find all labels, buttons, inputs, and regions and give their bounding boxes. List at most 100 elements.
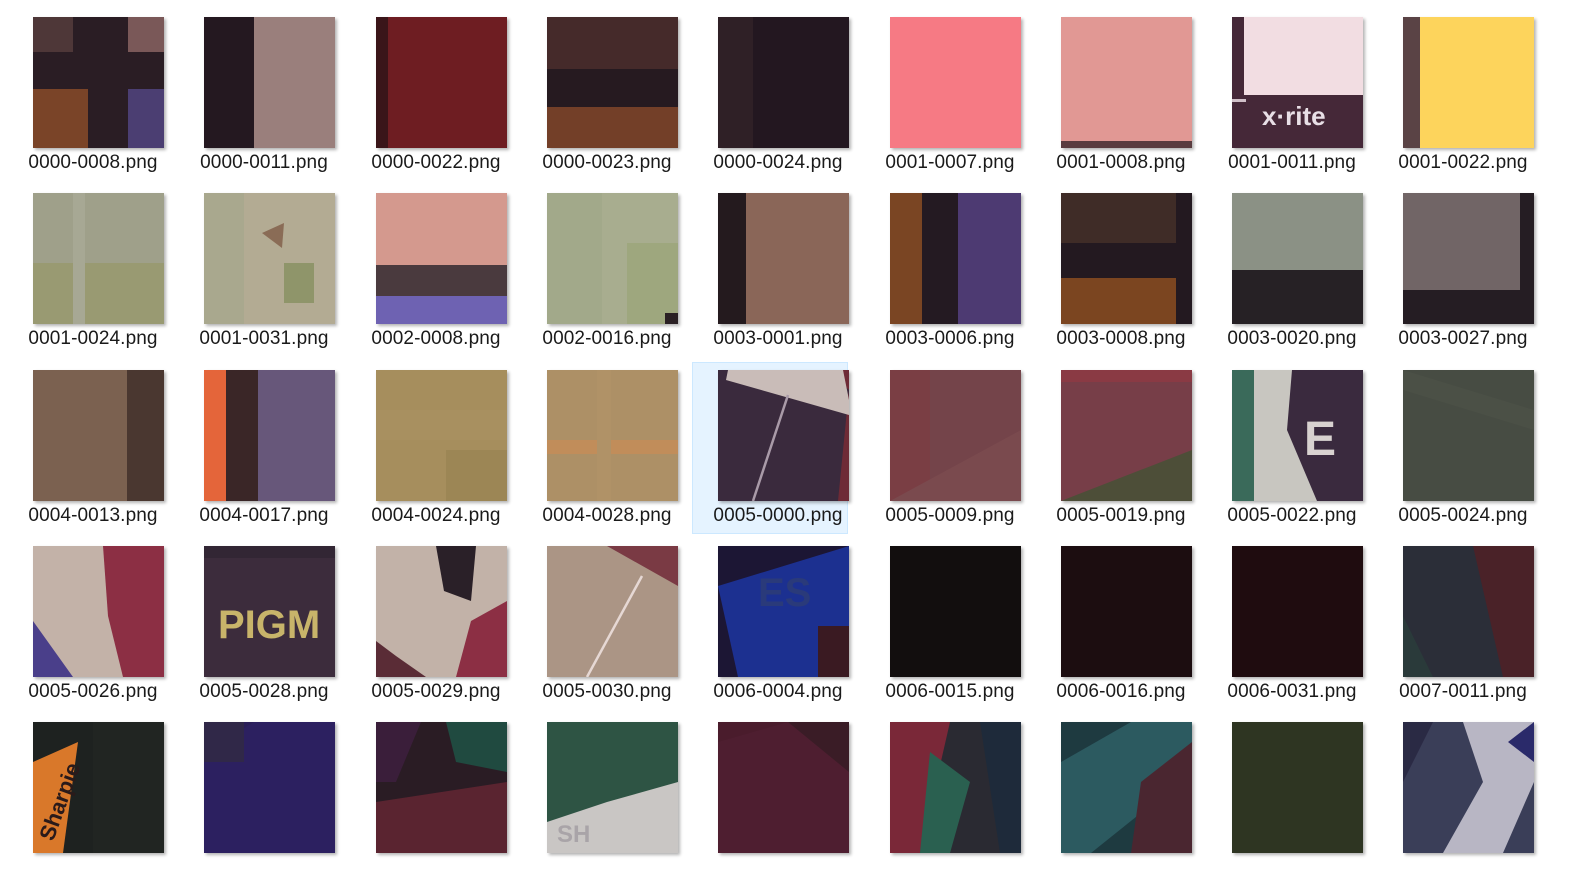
file-item[interactable]: 0003-0006.png bbox=[864, 185, 1021, 357]
file-item[interactable]: 0003-0001.png bbox=[692, 185, 849, 357]
file-name-label: 0004-0017.png bbox=[199, 505, 329, 526]
file-thumbnail: x·rite bbox=[1232, 17, 1363, 148]
file-name-label: 0005-0019.png bbox=[1056, 505, 1186, 526]
file-thumbnail bbox=[1232, 722, 1363, 853]
file-item[interactable]: 0005-0019.png bbox=[1035, 362, 1192, 534]
file-item[interactable]: 0004-0013.png bbox=[7, 362, 164, 534]
file-name-label: 0003-0008.png bbox=[1056, 328, 1186, 349]
file-item[interactable]: 0003-0008.png bbox=[1035, 185, 1192, 357]
file-item[interactable]: 0005-0009.png bbox=[864, 362, 1021, 534]
file-item[interactable]: 0001-0007.png bbox=[864, 9, 1021, 181]
file-item[interactable]: 0005-0024.png bbox=[1377, 362, 1534, 534]
file-thumbnail bbox=[1403, 722, 1534, 853]
file-thumbnail: E bbox=[1232, 370, 1363, 501]
file-name-label: 0007-0011.png bbox=[1399, 681, 1527, 702]
file-item[interactable] bbox=[1377, 714, 1534, 886]
file-item[interactable]: E 0005-0022.png bbox=[1206, 362, 1363, 534]
file-name-label: 0005-0030.png bbox=[542, 681, 672, 702]
file-name-label: 0006-0004.png bbox=[713, 681, 843, 702]
file-thumbnail bbox=[890, 193, 1021, 324]
file-item[interactable]: SH bbox=[521, 714, 678, 886]
file-item[interactable]: 0005-0029.png bbox=[350, 538, 507, 710]
file-item[interactable]: 0007-0011.png bbox=[1377, 538, 1534, 710]
file-name-label: 0001-0031.png bbox=[199, 328, 329, 349]
file-name-label: 0001-0008.png bbox=[1056, 152, 1186, 173]
file-thumbnail bbox=[33, 370, 164, 501]
file-thumbnail bbox=[376, 370, 507, 501]
file-item[interactable]: 0000-0008.png bbox=[7, 9, 164, 181]
file-item[interactable]: 0001-0024.png bbox=[7, 185, 164, 357]
file-item[interactable]: 0003-0020.png bbox=[1206, 185, 1363, 357]
svg-text:SH: SH bbox=[557, 821, 590, 848]
file-item[interactable]: 0001-0031.png bbox=[178, 185, 335, 357]
file-item[interactable] bbox=[864, 714, 1021, 886]
file-name-label: 0001-0024.png bbox=[28, 328, 158, 349]
file-name-label: 0003-0006.png bbox=[885, 328, 1015, 349]
file-item[interactable]: 0000-0023.png bbox=[521, 9, 678, 181]
file-thumbnail bbox=[1061, 370, 1192, 501]
file-thumbnail bbox=[547, 370, 678, 501]
file-item[interactable]: 0005-0030.png bbox=[521, 538, 678, 710]
file-item[interactable]: 0006-0016.png bbox=[1035, 538, 1192, 710]
file-name-label: 0001-0022.png bbox=[1398, 152, 1528, 173]
file-name-label: 0005-0029.png bbox=[371, 681, 501, 702]
file-item[interactable]: 0000-0011.png bbox=[178, 9, 335, 181]
file-item[interactable]: 0004-0028.png bbox=[521, 362, 678, 534]
svg-text:PIGM: PIGM bbox=[218, 603, 320, 647]
file-name-label: 0004-0028.png bbox=[542, 505, 672, 526]
file-thumbnail bbox=[204, 17, 335, 148]
file-item[interactable] bbox=[1035, 714, 1192, 886]
file-item[interactable]: 0001-0008.png bbox=[1035, 9, 1192, 181]
file-thumbnail bbox=[376, 193, 507, 324]
file-item[interactable]: 0005-0026.png bbox=[7, 538, 164, 710]
file-item[interactable]: x·rite 0001-0011.png bbox=[1206, 9, 1363, 181]
file-thumbnail bbox=[718, 17, 849, 148]
file-thumbnail bbox=[204, 370, 335, 501]
file-item[interactable]: 0005-0000.png bbox=[692, 362, 849, 534]
file-item[interactable]: 0006-0031.png bbox=[1206, 538, 1363, 710]
file-name-label: 0006-0031.png bbox=[1227, 681, 1357, 702]
file-name-label: 0000-0022.png bbox=[371, 152, 501, 173]
file-item[interactable]: 0004-0017.png bbox=[178, 362, 335, 534]
file-item[interactable] bbox=[350, 714, 507, 886]
file-thumbnail bbox=[376, 722, 507, 853]
file-thumbnail bbox=[1061, 193, 1192, 324]
file-thumbnail bbox=[718, 722, 849, 853]
file-item[interactable] bbox=[692, 714, 849, 886]
file-name-label: 0000-0008.png bbox=[28, 152, 158, 173]
file-item[interactable]: 0000-0024.png bbox=[692, 9, 849, 181]
file-item[interactable]: Sharpie bbox=[7, 714, 164, 886]
file-item[interactable] bbox=[1206, 714, 1363, 886]
file-item[interactable] bbox=[178, 714, 335, 886]
file-name-label: 0005-0009.png bbox=[885, 505, 1015, 526]
file-thumbnail bbox=[718, 370, 849, 501]
file-name-label: 0000-0023.png bbox=[542, 152, 672, 173]
file-item[interactable]: 0002-0016.png bbox=[521, 185, 678, 357]
file-item[interactable]: 0003-0027.png bbox=[1377, 185, 1534, 357]
file-thumbnail: PIGM bbox=[204, 546, 335, 677]
file-thumbnail bbox=[204, 722, 335, 853]
svg-text:E: E bbox=[1304, 413, 1336, 466]
file-item[interactable]: 0004-0024.png bbox=[350, 362, 507, 534]
file-thumbnail bbox=[1061, 17, 1192, 148]
file-name-label: 0002-0016.png bbox=[542, 328, 672, 349]
file-thumbnail bbox=[1232, 546, 1363, 677]
file-name-label: 0005-0000.png bbox=[713, 505, 843, 526]
file-name-label: 0003-0020.png bbox=[1227, 328, 1357, 349]
file-item[interactable]: ES 0006-0004.png bbox=[692, 538, 849, 710]
file-thumbnail bbox=[890, 370, 1021, 501]
file-name-label: 0001-0007.png bbox=[885, 152, 1015, 173]
file-thumbnail bbox=[204, 193, 335, 324]
file-thumbnail bbox=[33, 546, 164, 677]
file-item[interactable]: PIGM 0005-0028.png bbox=[178, 538, 335, 710]
file-thumbnail bbox=[890, 546, 1021, 677]
file-item[interactable]: 0002-0008.png bbox=[350, 185, 507, 357]
file-thumbnail bbox=[1061, 546, 1192, 677]
file-thumbnail bbox=[718, 193, 849, 324]
file-item[interactable]: 0000-0022.png bbox=[350, 9, 507, 181]
file-item[interactable]: 0006-0015.png bbox=[864, 538, 1021, 710]
file-thumbnail bbox=[547, 546, 678, 677]
file-thumbnail: Sharpie bbox=[33, 722, 164, 853]
file-thumbnail bbox=[1403, 17, 1534, 148]
file-item[interactable]: 0001-0022.png bbox=[1377, 9, 1534, 181]
